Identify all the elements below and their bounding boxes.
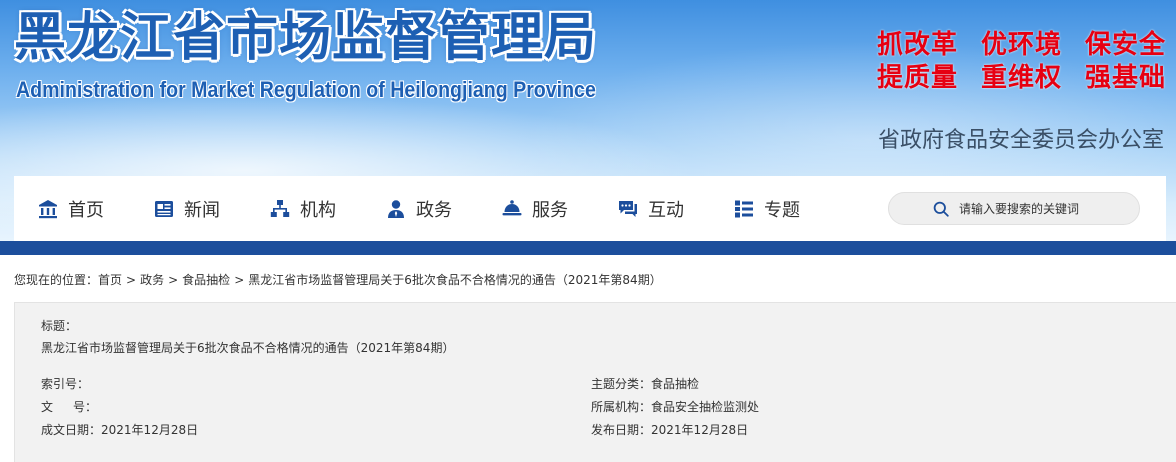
created-date-row: 成文日期：2021年12月28日 (41, 422, 198, 438)
slogan-item: 提质量 (876, 63, 958, 93)
organization-row: 所属机构：食品安全抽检监测处 (591, 399, 759, 415)
slogans: 抓改革 优环境 保安全 提质量 重维权 强基础 (854, 30, 1166, 94)
slogan-item: 强基础 (1084, 63, 1166, 93)
created-date-value: 2021年12月28日 (101, 423, 199, 437)
nav-item-interact[interactable]: 互动 (618, 176, 684, 241)
slogan-item: 重维权 (980, 63, 1062, 93)
breadcrumb: 您现在的位置：首页 > 政务 > 食品抽检 > 黑龙江省市场监督管理局关于6批次食品不合格情… (14, 271, 662, 289)
breadcrumb-separator: > (126, 273, 137, 287)
search-box[interactable] (888, 192, 1140, 225)
breadcrumb-prefix: 您现在的位置： (14, 273, 99, 287)
nav-label: 首页 (68, 199, 104, 221)
doc-number-label-part2: 号： (73, 400, 98, 414)
organization-label: 所属机构： (591, 400, 652, 414)
created-date-label: 成文日期： (41, 423, 102, 437)
nav-item-government[interactable]: 政务 (386, 176, 452, 241)
nav-items: 首页 新闻 机构 政务 服务 互动 专题 (38, 176, 850, 241)
index-label: 索引号： (41, 377, 90, 391)
nav-item-service[interactable]: 服务 (502, 176, 568, 241)
site-title: 黑龙江省市场监督管理局 (14, 8, 598, 68)
published-date-row: 发布日期：2021年12月28日 (591, 422, 748, 438)
government-icon (388, 199, 404, 218)
category-value: 食品抽检 (651, 377, 700, 391)
title-value: 黑龙江省市场监督管理局关于6批次食品不合格情况的通告（2021年第84期） (41, 341, 455, 355)
published-date-value: 2021年12月28日 (651, 423, 749, 437)
nav-item-topic[interactable]: 专题 (734, 176, 800, 241)
category-row: 主题分类：食品抽检 (591, 376, 699, 392)
main-nav: 首页 新闻 机构 政务 服务 互动 专题 请输入要搜索的关键词 (14, 176, 1166, 241)
slogan-item: 保安全 (1084, 30, 1166, 60)
breadcrumb-separator: > (234, 273, 245, 287)
nav-label: 互动 (648, 199, 684, 221)
breadcrumb-link-government[interactable]: 政务 (140, 273, 164, 287)
published-date-label: 发布日期： (591, 423, 652, 437)
slogan-item: 优环境 (980, 30, 1062, 60)
org-icon (270, 199, 290, 217)
nav-label: 新闻 (184, 199, 220, 221)
nav-label: 机构 (300, 199, 336, 221)
topic-icon (735, 200, 753, 217)
nav-item-home[interactable]: 首页 (38, 176, 104, 241)
home-icon (39, 199, 57, 218)
breadcrumb-current: 黑龙江省市场监督管理局关于6批次食品不合格情况的通告（2021年第84期） (248, 273, 662, 287)
title-label: 标题： (41, 319, 78, 333)
nav-item-news[interactable]: 新闻 (154, 176, 220, 241)
breadcrumb-separator: > (168, 273, 179, 287)
breadcrumb-link-home[interactable]: 首页 (98, 273, 122, 287)
chat-icon (619, 200, 637, 217)
doc-number-label-part1: 文 (41, 400, 74, 414)
search-icon[interactable] (933, 201, 949, 217)
nav-label: 服务 (532, 199, 568, 221)
document-info-panel: 标题： 黑龙江省市场监督管理局关于6批次食品不合格情况的通告（2021年第84期… (14, 302, 1176, 462)
nav-label: 专题 (764, 199, 800, 221)
service-icon (502, 199, 522, 215)
office-name: 省政府食品安全委员会办公室 (877, 128, 1164, 153)
nav-label: 政务 (416, 199, 452, 221)
news-icon (155, 200, 173, 217)
nav-item-org[interactable]: 机构 (270, 176, 336, 241)
breadcrumb-link-food-inspection[interactable]: 食品抽检 (182, 273, 230, 287)
slogan-item: 抓改革 (876, 30, 958, 60)
nav-underline (0, 241, 1176, 255)
category-label: 主题分类： (591, 377, 652, 391)
doc-number-row: 文号： (41, 399, 97, 415)
index-row: 索引号： (41, 376, 89, 392)
search-input[interactable] (959, 201, 1139, 216)
organization-value: 食品安全抽检监测处 (651, 400, 760, 414)
site-subtitle: Administration for Market Regulation of … (16, 77, 596, 102)
